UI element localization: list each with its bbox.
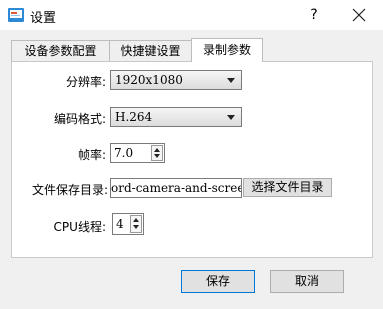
codec-label: 编码格式: xyxy=(53,112,106,126)
save-dir-label: 文件保存目录: xyxy=(31,183,108,197)
resolution-select[interactable]: 1920x1080 xyxy=(110,70,242,90)
cpu-threads-spinbox[interactable]: 4 xyxy=(112,213,144,235)
spin-up-icon xyxy=(154,148,160,152)
app-icon xyxy=(8,8,24,22)
spin-down-icon xyxy=(133,225,139,229)
spin-buttons[interactable] xyxy=(151,145,163,161)
save-button[interactable]: 保存 xyxy=(181,270,255,293)
resolution-value: 1920x1080 xyxy=(115,73,183,87)
spin-down-icon xyxy=(154,154,160,158)
framerate-value: 7.0 xyxy=(114,146,134,160)
cpu-threads-label: CPU线程: xyxy=(53,220,106,234)
cpu-threads-value: 4 xyxy=(116,217,124,231)
tab-device-params[interactable]: 设备参数配置 xyxy=(11,40,110,61)
save-dir-input[interactable]: ord-camera-and-screen xyxy=(110,178,242,198)
close-icon[interactable] xyxy=(347,3,371,27)
framerate-label: 帧率: xyxy=(77,148,106,162)
resolution-label: 分辨率: xyxy=(65,75,106,89)
title-bar: 设置 ? xyxy=(0,0,383,30)
tab-recording-params[interactable]: 录制参数 xyxy=(191,38,263,62)
help-button[interactable]: ? xyxy=(303,4,325,26)
spin-buttons[interactable] xyxy=(130,215,142,233)
chevron-down-icon xyxy=(227,115,235,120)
cancel-button[interactable]: 取消 xyxy=(270,270,344,293)
window-title: 设置 xyxy=(30,11,57,26)
codec-value: H.264 xyxy=(115,110,153,124)
browse-dir-button[interactable]: 选择文件目录 xyxy=(243,178,332,197)
tab-shortcuts[interactable]: 快捷键设置 xyxy=(109,40,192,61)
spin-up-icon xyxy=(133,218,139,222)
framerate-spinbox[interactable]: 7.0 xyxy=(110,143,165,163)
codec-select[interactable]: H.264 xyxy=(110,107,242,127)
chevron-down-icon xyxy=(227,78,235,83)
